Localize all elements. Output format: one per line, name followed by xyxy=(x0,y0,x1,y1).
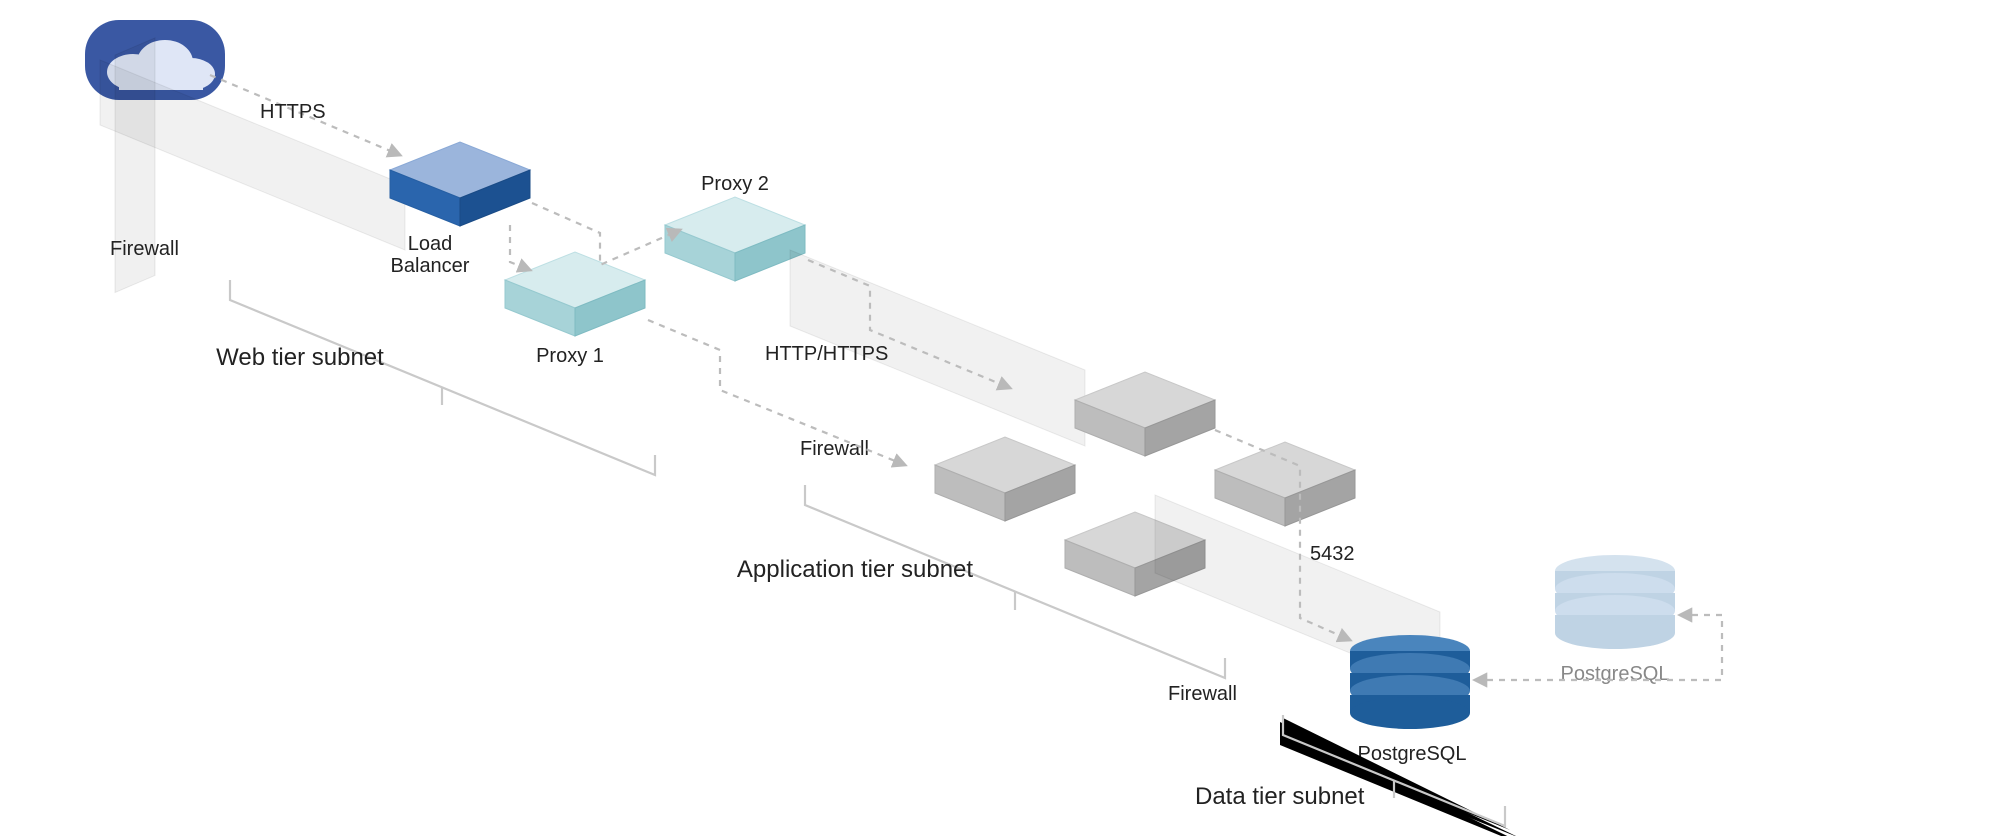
app-tier-label: Application tier subnet xyxy=(737,556,973,583)
http-https-label: HTTP/HTTPS xyxy=(765,343,888,365)
firewall-1-label: Firewall xyxy=(110,238,179,260)
proxy-1-label: Proxy 1 xyxy=(536,345,604,367)
architecture-diagram: Firewall HTTPS Load Balancer Proxy 1 Pro… xyxy=(0,0,1999,836)
postgres-primary-label: PostgreSQL xyxy=(1358,743,1467,765)
postgres-replica-label: PostgreSQL xyxy=(1561,663,1670,685)
load-balancer-label-2: Balancer xyxy=(391,255,470,277)
load-balancer-label-1: Load xyxy=(408,233,453,255)
app-server-2 xyxy=(1075,372,1215,456)
proxy-1 xyxy=(505,252,645,336)
firewall-3-label: Firewall xyxy=(1168,683,1237,705)
app-server-4 xyxy=(1215,442,1355,526)
proxy-2 xyxy=(665,197,805,281)
app-server-1 xyxy=(935,437,1075,521)
arrow-lb-proxy1 xyxy=(510,225,530,270)
proxy-2-label: Proxy 2 xyxy=(701,173,769,195)
arrow-lb-proxy2 xyxy=(532,203,680,265)
https-label: HTTPS xyxy=(260,101,326,123)
web-tier-label: Web tier subnet xyxy=(216,344,384,371)
postgres-replica xyxy=(1555,555,1675,649)
postgres-primary xyxy=(1350,635,1470,729)
load-balancer xyxy=(390,142,530,226)
firewall-2-label: Firewall xyxy=(800,438,869,460)
port-label: 5432 xyxy=(1310,543,1355,565)
data-tier-label: Data tier subnet xyxy=(1195,783,1365,810)
